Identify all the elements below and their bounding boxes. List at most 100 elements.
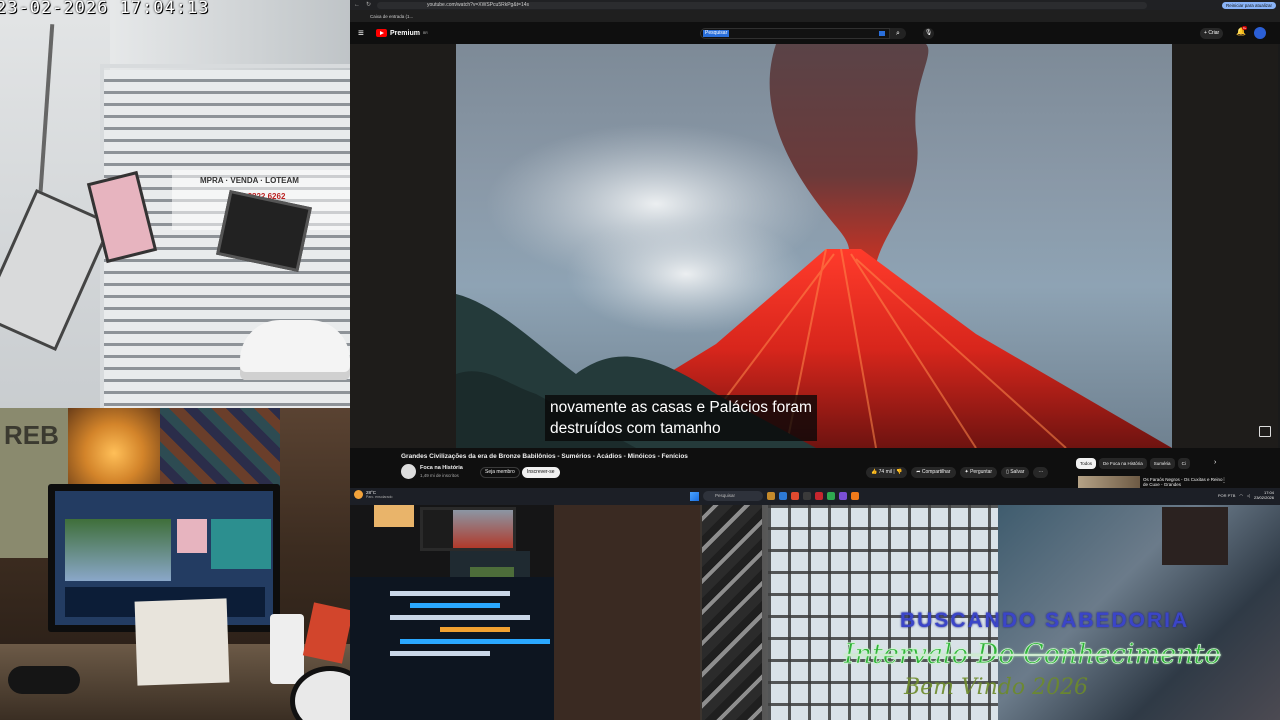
thumbs-up-icon: 👍 bbox=[871, 469, 878, 475]
subtitle-line-1: novamente as casas e Palácios foram bbox=[550, 399, 812, 416]
camera-timestamp: 23-02-2026 17:04:13 bbox=[0, 0, 210, 18]
youtube-header: ≡ Premium BR Pesquisar ⌕ 🎙 + Criar 🔔 9+ bbox=[350, 22, 1280, 44]
desk-camera-feed: REB bbox=[0, 408, 350, 720]
search-button[interactable]: ⌕ bbox=[890, 28, 906, 39]
bookmark-icon: ▯ bbox=[1006, 469, 1009, 475]
screen-video-2 bbox=[177, 519, 207, 553]
youtube-country: BR bbox=[422, 31, 428, 35]
audio-track-2 bbox=[410, 603, 500, 608]
studio-lamp bbox=[374, 505, 414, 527]
windows-start-icon[interactable] bbox=[690, 491, 699, 501]
studio-monitor-video bbox=[453, 510, 513, 548]
app-icon-spreadsheet[interactable] bbox=[827, 492, 835, 500]
lang-primary: POR bbox=[1217, 492, 1227, 498]
app-icon-explorer[interactable] bbox=[767, 492, 775, 500]
reload-icon[interactable]: ↻ bbox=[366, 2, 371, 9]
notifications-badge: 9+ bbox=[1242, 26, 1248, 30]
chip-all[interactable]: Todos bbox=[1076, 458, 1097, 469]
youtube-logo[interactable]: Premium BR bbox=[376, 29, 428, 37]
taskbar-search[interactable]: Pesquisar bbox=[703, 491, 763, 501]
video-actions: 👍 74 mil | 👎 ➦ Compartilhar ✦ Perguntar … bbox=[866, 467, 1049, 478]
save-button[interactable]: ▯ Salvar bbox=[1001, 467, 1030, 478]
audio-track-4 bbox=[440, 627, 510, 632]
subscribe-button[interactable]: Inscrever-se bbox=[522, 467, 560, 478]
chip-channel[interactable]: De Foca na História bbox=[1099, 458, 1147, 469]
screen-video-1 bbox=[65, 519, 171, 581]
search-input[interactable]: Pesquisar bbox=[700, 28, 890, 39]
security-camera-feed: MPRA · VENDA · LOTEAM 065 3822 6262 23-0… bbox=[0, 0, 350, 408]
video-frame-volcano[interactable]: novamente as casas e Palácios foram dest… bbox=[456, 44, 1172, 448]
chip-sumeria[interactable]: Suméria bbox=[1149, 458, 1175, 469]
lang-secondary: PTB bbox=[1227, 492, 1236, 498]
more-actions-button[interactable]: ··· bbox=[1033, 467, 1049, 478]
taskbar-apps: Pesquisar bbox=[690, 491, 859, 501]
like-count: 74 mil bbox=[878, 469, 892, 475]
volcano-scene bbox=[456, 44, 1172, 448]
windows-taskbar: 28°C Parc. ensolarado Pesquisar POR PTB … bbox=[350, 488, 1280, 505]
chevron-right-icon[interactable]: › bbox=[1214, 459, 1216, 466]
graffiti-post bbox=[702, 505, 762, 720]
mic-icon[interactable]: 🎙 bbox=[923, 28, 934, 39]
address-bar[interactable]: youtube.com/watch?v=XWSPcu5RkPg&t=14s bbox=[377, 1, 1148, 9]
screen-root: MPRA · VENDA · LOTEAM 065 3822 6262 23-0… bbox=[0, 0, 1280, 720]
recommended-thumbnail[interactable] bbox=[1078, 476, 1140, 488]
lamp-light bbox=[68, 408, 160, 490]
app-icon-obs[interactable] bbox=[803, 492, 811, 500]
overlay-title: BUSCANDO SABEDORIA bbox=[900, 609, 1190, 632]
recommended-more-icon[interactable]: ⋮ bbox=[1221, 477, 1227, 484]
keyboard-icon[interactable] bbox=[879, 31, 885, 36]
studio-camera-feed bbox=[350, 505, 554, 720]
red-book bbox=[302, 602, 350, 664]
room-camera-feed: BUSCANDO SABEDORIA Intervalo Do Conhecim… bbox=[554, 505, 1280, 720]
thumbs-down-icon[interactable]: 👎 bbox=[896, 469, 902, 475]
recommendation-chips: Todos De Foca na História Suméria Ci bbox=[1076, 458, 1190, 469]
video-subtitles: novamente as casas e Palácios foram dest… bbox=[545, 395, 817, 441]
bookmark-inbox[interactable]: Caixa de entrada (1... bbox=[370, 14, 413, 19]
app-icon-media[interactable] bbox=[815, 492, 823, 500]
ask-button[interactable]: ✦ Perguntar bbox=[959, 467, 998, 478]
overlay-subtitle: Intervalo Do Conhecimento bbox=[844, 639, 1221, 671]
fullscreen-icon[interactable] bbox=[1259, 426, 1271, 437]
bottle bbox=[270, 614, 304, 684]
video-meta: Grandes Civilizações da era de Bronze Ba… bbox=[350, 448, 1280, 488]
youtube-play-icon bbox=[376, 29, 387, 37]
browser-window: ← ↻ youtube.com/watch?v=XWSPcu5RkPg&t=14… bbox=[350, 0, 1280, 488]
app-icon-other[interactable] bbox=[839, 492, 847, 500]
channel-name[interactable]: Foca na História bbox=[420, 465, 463, 471]
hamburger-menu-icon[interactable]: ≡ bbox=[358, 28, 372, 39]
subscriber-count: 1,49 mi de inscritos bbox=[420, 473, 459, 478]
account-avatar[interactable] bbox=[1254, 27, 1266, 39]
like-button[interactable]: 👍 74 mil | 👎 bbox=[866, 467, 908, 478]
computer-mouse bbox=[8, 666, 80, 694]
language-indicator[interactable]: POR PTB bbox=[1218, 493, 1236, 498]
update-button[interactable]: Reiniciar para atualizar bbox=[1221, 1, 1276, 9]
parked-car bbox=[240, 320, 350, 380]
create-button[interactable]: + Criar bbox=[1200, 28, 1224, 39]
share-icon: ➦ bbox=[916, 469, 921, 475]
video-title: Grandes Civilizações da era de Bronze Ba… bbox=[401, 453, 688, 460]
app-icon-vlc[interactable] bbox=[851, 492, 859, 500]
bookmarks-bar: Caixa de entrada (1... bbox=[350, 10, 1280, 22]
volume-icon[interactable]: ◁ bbox=[1247, 493, 1250, 498]
weather-widget[interactable]: 28°C Parc. ensolarado bbox=[354, 490, 392, 499]
screen-video-3 bbox=[211, 519, 271, 569]
sun-icon bbox=[354, 490, 363, 499]
subtitle-line-2: destruídos com tamanho bbox=[550, 420, 721, 437]
recommended-title[interactable]: Os Faraós Negros - Os Cuxitas e Reino de… bbox=[1143, 477, 1223, 487]
channel-avatar[interactable] bbox=[401, 464, 416, 479]
notifications-bell-icon[interactable]: 🔔 9+ bbox=[1236, 26, 1248, 36]
search-placeholder: Pesquisar bbox=[703, 30, 730, 37]
search-icon: ⌕ bbox=[896, 30, 900, 37]
video-player[interactable]: novamente as casas e Palácios foram dest… bbox=[350, 44, 1280, 448]
taskbar-clock[interactable]: 17:04 23/02/2026 bbox=[1254, 490, 1274, 500]
share-button[interactable]: ➦ Compartilhar bbox=[911, 467, 956, 478]
wifi-icon[interactable]: ◠ bbox=[1239, 493, 1243, 498]
player-left-letterbox bbox=[350, 44, 456, 448]
chip-more[interactable]: Ci bbox=[1177, 458, 1190, 469]
ask-label: Perguntar bbox=[970, 469, 993, 475]
join-button[interactable]: Seja membro bbox=[480, 467, 520, 478]
app-icon-chrome[interactable] bbox=[791, 492, 799, 500]
bookshelf bbox=[554, 505, 700, 720]
app-icon-edge[interactable] bbox=[779, 492, 787, 500]
back-icon[interactable]: ← bbox=[354, 2, 360, 9]
